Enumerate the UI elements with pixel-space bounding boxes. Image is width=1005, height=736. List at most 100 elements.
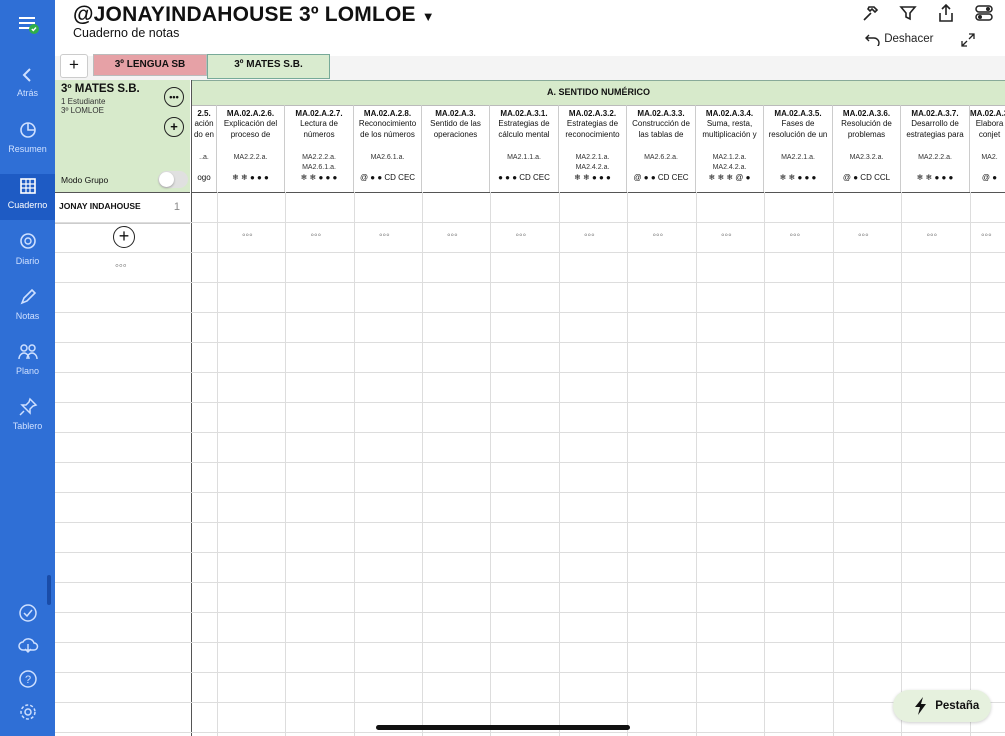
share-icon (939, 3, 953, 22)
column-header[interactable]: MA.02.A.3.8.Elabora conjet MA2. @ ● (970, 105, 1005, 192)
title-text: @JONAYINDAHOUSE 3º LOMLOE (73, 3, 416, 26)
expand-icon (961, 33, 975, 47)
row-line (55, 312, 1005, 313)
toggles-button[interactable] (974, 3, 996, 25)
column-header[interactable]: MA.02.A.3.4. Suma, resta, multiplicación … (696, 105, 764, 192)
chevron-down-icon[interactable]: ▼ (422, 9, 435, 24)
column-name: Estrategias de reconocimiento (565, 119, 620, 139)
menu-icon (18, 17, 39, 34)
help-icon[interactable]: ? (0, 669, 55, 693)
column-header[interactable]: MA.02.A.3.7. Desarrollo de estrategias pa… (901, 105, 970, 192)
sidebar-scroll-handle[interactable] (47, 575, 51, 605)
sidebar-item-resumen[interactable]: Resumen (0, 120, 55, 154)
row-line (55, 222, 1005, 223)
row-line (55, 402, 1005, 403)
column-header[interactable]: MA.02.A.3.1. Estrategias de cálculo menta… (490, 105, 559, 192)
hammer-button[interactable] (860, 3, 882, 25)
sidebar-item-diario[interactable]: Diario (0, 232, 55, 266)
column-header[interactable]: 2.5. ación do en ..a. ogo (192, 105, 217, 192)
column-criteria: ..a. (199, 154, 209, 161)
column-header[interactable]: MA.02.A.3.5. Fases de resolución de un MA2… (764, 105, 833, 192)
filter-button[interactable] (898, 3, 920, 25)
row-more-button[interactable]: ◦◦◦ (115, 260, 127, 272)
column-name: Estrategias de cálculo mental (498, 119, 550, 139)
column-line (970, 192, 971, 736)
modo-grupo-label: Modo Grupo (61, 175, 109, 185)
tab-lengua[interactable]: 3º LENGUA SB (93, 54, 207, 76)
column-code: MA.02.A.3.4. (705, 109, 754, 118)
column-criteria: MA2.1.1.a. (507, 154, 541, 161)
column-header[interactable]: MA.02.A.2.7. Lectura de números MA2.2.2.a.… (285, 105, 354, 192)
cell-more-button[interactable]: ◦◦◦ (927, 230, 938, 241)
cell-more-button[interactable]: ◦◦◦ (242, 230, 253, 241)
cell-more-button[interactable]: ◦◦◦ (981, 230, 992, 241)
column-criteria: MA2.1.2.a. MA2.4.2.a. (712, 154, 747, 171)
cell-more-button[interactable]: ◦◦◦ (721, 230, 732, 241)
column-code: MA.02.A.2.8. (363, 109, 412, 118)
undo-label: Deshacer (884, 33, 934, 46)
column-line (285, 192, 286, 736)
student-row[interactable]: JONAY INDAHOUSE 1 (55, 193, 190, 224)
column-name: Sentido de las operaciones (430, 119, 481, 139)
sidebar-item-tablero[interactable]: Tablero (0, 397, 55, 431)
add-student-button[interactable]: + (113, 226, 135, 248)
cell-more-button[interactable]: ◦◦◦ (311, 230, 322, 241)
grid-icon (19, 178, 36, 194)
cloud-icon[interactable] (0, 635, 55, 659)
column-criteria: MA2.6.2.a. (644, 154, 678, 161)
expand-button[interactable] (960, 32, 976, 53)
column-header[interactable]: MA.02.A.2.8. Reconocimiento de los número… (354, 105, 422, 192)
group-add-button[interactable]: + (164, 117, 184, 137)
cell-more-button[interactable]: ◦◦◦ (584, 230, 595, 241)
sidebar-item-notas[interactable]: Notas (0, 287, 55, 321)
column-code: MA.02.A.3.1. (500, 109, 548, 118)
toggles-icon (975, 5, 993, 21)
row-line (55, 732, 1005, 733)
column-header[interactable]: MA.02.A.2.6. Explicación del proceso de MA… (217, 105, 285, 192)
column-code: MA.02.A.2.6. (226, 109, 275, 118)
column-competency-icons: ❄ ❄ ● ● ● (574, 173, 611, 182)
undo-icon (865, 34, 880, 49)
tab-mates[interactable]: 3º MATES S.B. (207, 54, 330, 79)
group-title: 3º MATES S.B. (61, 83, 140, 95)
row-line (55, 522, 1005, 523)
page-title[interactable]: @JONAYINDAHOUSE 3º LOMLOE ▼ (73, 3, 435, 27)
checkmark-circle-icon[interactable] (0, 603, 55, 627)
column-code: MA.02.A.3.6. (842, 109, 891, 118)
column-name: Resolución de problemas (841, 119, 892, 139)
column-header[interactable]: MA.02.A.3.6. Resolución de problemas MA2.3… (833, 105, 901, 192)
column-code: 2.5. (197, 109, 211, 118)
group-more-button[interactable]: ••• (164, 87, 184, 107)
group-students-count: 1 Estudiante (61, 97, 106, 106)
sidebar-item-cuaderno[interactable]: Cuaderno (0, 174, 55, 220)
share-button[interactable] (936, 3, 958, 25)
add-tab-button[interactable]: + (60, 54, 88, 78)
column-criteria: MA2.2.2.a. MA2.6.1.a. (302, 154, 336, 171)
modo-grupo-toggle[interactable] (158, 171, 188, 188)
sidebar-item-atras[interactable]: Atrás (0, 66, 55, 98)
cell-more-button[interactable]: ◦◦◦ (516, 230, 527, 241)
cell-more-button[interactable]: ◦◦◦ (379, 230, 390, 241)
column-header[interactable]: MA.02.A.3.2. Estrategias de reconocimient… (559, 105, 627, 192)
settings-icon[interactable] (0, 702, 55, 726)
undo-button[interactable]: Deshacer (865, 32, 934, 49)
column-code: MA.02.A.3.2. (568, 109, 617, 118)
column-header[interactable]: MA.02.A.3. Sentido de las operaciones (422, 105, 490, 192)
cell-more-button[interactable]: ◦◦◦ (858, 230, 869, 241)
header: @JONAYINDAHOUSE 3º LOMLOE ▼ Cuaderno de n… (55, 0, 1005, 56)
column-headers: 2.5. ación do en ..a. ogo MA.02.A.2.6. Explic… (192, 105, 1005, 192)
cell-more-button[interactable]: ◦◦◦ (653, 230, 664, 241)
pencil-icon (20, 288, 36, 305)
menu-button[interactable] (0, 12, 55, 38)
cell-more-button[interactable]: ◦◦◦ (447, 230, 458, 241)
sidebar-item-plano[interactable]: Plano (0, 342, 55, 376)
column-criteria: MA2.6.1.a. (370, 154, 405, 161)
column-code: MA.02.A.3.8. (970, 109, 1005, 118)
pestana-button[interactable]: Pestaña (893, 690, 991, 722)
column-line (833, 192, 834, 736)
cell-more-button[interactable]: ◦◦◦ (790, 230, 801, 241)
column-name: Reconocimiento de los números (358, 119, 417, 139)
column-header[interactable]: MA.02.A.3.3. Construcción de las tablas d… (627, 105, 696, 192)
column-line (559, 192, 560, 736)
column-competency-icons: @ ● ● CD CEC (633, 173, 689, 182)
